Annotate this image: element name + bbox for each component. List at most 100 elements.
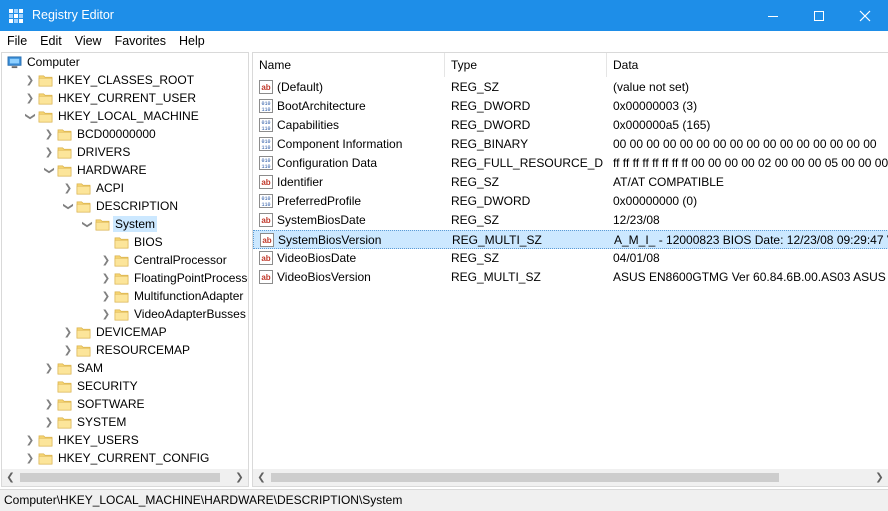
expand-chevron-icon[interactable]: ❯ <box>62 179 74 197</box>
value-row[interactable]: ab VideoBiosDate REG_SZ 04/01/08 <box>253 249 888 268</box>
tree-node-label: HKEY_LOCAL_MACHINE <box>58 109 199 123</box>
tree-node-label: HKEY_USERS <box>58 433 139 447</box>
scroll-right-icon[interactable]: ❯ <box>871 469 888 486</box>
expand-chevron-icon[interactable]: ❯ <box>100 269 112 287</box>
tree-node[interactable]: ❯ RESOURCEMAP <box>62 341 192 359</box>
value-row[interactable]: ab VideoBiosVersion REG_MULTI_SZ ASUS EN860… <box>253 268 888 287</box>
tree-node[interactable]: ❯ HKEY_CURRENT_USER <box>24 89 198 107</box>
tree-node-label: DESCRIPTION <box>96 199 179 213</box>
expand-chevron-icon[interactable]: ❯ <box>43 125 55 143</box>
tree-node[interactable]: BIOS <box>100 233 165 251</box>
tree-node[interactable]: ❯ BCD00000000 <box>43 125 158 143</box>
tree-scroll-thumb[interactable] <box>20 473 220 482</box>
tree-node[interactable]: ❯ DESCRIPTION <box>62 197 180 215</box>
string-value-icon: ab <box>260 233 274 247</box>
tree-node[interactable]: ❯ ACPI <box>62 179 126 197</box>
key-tree-pane[interactable]: ❮ ❯ Computer ❯ HKEY_CLASSES_ROOT ❯ HKEY_CURR… <box>1 52 249 487</box>
expand-chevron-icon[interactable]: ❯ <box>24 89 36 107</box>
scroll-left-icon[interactable]: ❮ <box>253 469 270 486</box>
expand-chevron-icon[interactable]: ❯ <box>62 341 74 359</box>
svg-text:110: 110 <box>261 164 270 170</box>
value-row[interactable]: ab Identifier REG_SZ AT/AT COMPATIBLE <box>253 173 888 192</box>
tree-node-label: BIOS <box>134 235 163 249</box>
expand-chevron-icon[interactable]: ❯ <box>43 359 55 377</box>
tree-node[interactable]: ❯ MultifunctionAdapter <box>100 287 245 305</box>
close-button[interactable] <box>842 0 888 31</box>
svg-text:110: 110 <box>261 202 270 208</box>
tree-node[interactable]: ❯ DRIVERS <box>43 143 132 161</box>
maximize-icon <box>814 10 824 21</box>
collapse-chevron-icon[interactable]: ❯ <box>43 161 55 179</box>
expand-chevron-icon[interactable]: ❯ <box>24 431 36 449</box>
column-header-data[interactable]: Data <box>607 53 888 77</box>
list-horizontal-scrollbar[interactable]: ❮ ❯ <box>253 469 888 486</box>
scroll-right-icon[interactable]: ❯ <box>231 469 248 486</box>
tree-node[interactable]: ❯ FloatingPointProcessor <box>100 269 249 287</box>
value-row[interactable]: ab SystemBiosVersion REG_MULTI_SZ A_M_I_ - … <box>253 230 888 249</box>
tree-node[interactable]: ❯ SAM <box>43 359 105 377</box>
tree-node[interactable]: SECURITY <box>43 377 140 395</box>
svg-text:ab: ab <box>262 236 271 245</box>
menu-help[interactable]: Help <box>172 31 211 51</box>
expand-chevron-icon[interactable]: ❯ <box>43 143 55 161</box>
tree-node[interactable]: ❯ SYSTEM <box>43 413 128 431</box>
values-list-pane[interactable]: Name Type Data ❮ ❯ ab (Default) REG_SZ (val… <box>252 52 888 487</box>
value-row[interactable]: ab (Default) REG_SZ (value not set) <box>253 78 888 97</box>
value-row[interactable]: 010 110 Configuration Data REG_FULL_RESOURC… <box>253 154 888 173</box>
value-data-cell: 12/23/08 <box>613 213 660 227</box>
tree-node-label: FloatingPointProcessor <box>134 271 249 285</box>
tree-node[interactable]: ❯ HKEY_CURRENT_CONFIG <box>24 449 211 467</box>
value-data-cell: 0x00000003 (3) <box>613 99 698 113</box>
string-value-icon: ab <box>259 80 273 94</box>
scroll-left-icon[interactable]: ❮ <box>2 469 19 486</box>
menu-file[interactable]: File <box>0 31 33 51</box>
minimize-button[interactable] <box>750 0 796 31</box>
expand-chevron-icon[interactable]: ❯ <box>24 71 36 89</box>
string-value-icon: ab <box>259 251 273 265</box>
value-data-cell: ASUS EN8600GTMG Ver 60.84.6B.00.AS03 ASU… <box>613 270 888 284</box>
value-row[interactable]: ab SystemBiosDate REG_SZ 12/23/08 <box>253 211 888 230</box>
tree-node[interactable]: Computer <box>5 53 82 71</box>
menu-favorites[interactable]: Favorites <box>108 31 172 51</box>
collapse-chevron-icon[interactable]: ❯ <box>24 107 36 125</box>
expand-chevron-icon[interactable]: ❯ <box>100 251 112 269</box>
tree-horizontal-scrollbar[interactable]: ❮ ❯ <box>2 469 248 486</box>
column-header-name[interactable]: Name <box>253 53 445 77</box>
string-value-icon: ab <box>259 270 273 284</box>
expand-chevron-icon[interactable]: ❯ <box>100 287 112 305</box>
tree-node[interactable]: ❯ HARDWARE <box>43 161 149 179</box>
value-row[interactable]: 010 110 Capabilities REG_DWORD 0x000000a5 (1… <box>253 116 888 135</box>
tree-node[interactable]: ❯ VideoAdapterBusses <box>100 305 248 323</box>
value-data-cell: 00 00 00 00 00 00 00 00 00 00 00 00 00 0… <box>613 137 877 151</box>
column-header-type[interactable]: Type <box>445 53 607 77</box>
folder-icon <box>57 416 72 428</box>
expand-chevron-icon[interactable]: ❯ <box>62 323 74 341</box>
expand-chevron-icon[interactable]: ❯ <box>43 413 55 431</box>
expand-chevron-icon[interactable]: ❯ <box>24 449 36 467</box>
folder-icon <box>114 236 129 248</box>
maximize-button[interactable] <box>796 0 842 31</box>
list-scroll-thumb[interactable] <box>271 473 779 482</box>
tree-node[interactable]: ❯ HKEY_USERS <box>24 431 141 449</box>
expand-chevron-icon[interactable]: ❯ <box>43 395 55 413</box>
tree-node[interactable]: ❯ DEVICEMAP <box>62 323 169 341</box>
value-type-cell: REG_SZ <box>451 213 500 227</box>
folder-icon <box>38 110 53 122</box>
tree-node[interactable]: ❯ CentralProcessor <box>100 251 229 269</box>
menu-edit[interactable]: Edit <box>33 31 68 51</box>
folder-icon <box>95 218 110 230</box>
menu-view[interactable]: View <box>68 31 108 51</box>
collapse-chevron-icon[interactable]: ❯ <box>62 197 74 215</box>
expand-chevron-icon[interactable]: ❯ <box>100 305 112 323</box>
tree-node[interactable]: ❯ HKEY_LOCAL_MACHINE <box>24 107 201 125</box>
current-key-path: Computer\HKEY_LOCAL_MACHINE\HARDWARE\DES… <box>4 493 403 507</box>
tree-node[interactable]: ❯ HKEY_CLASSES_ROOT <box>24 71 196 89</box>
value-name-cell: Configuration Data <box>277 156 378 170</box>
tree-node[interactable]: ❯ System <box>81 215 158 233</box>
value-row[interactable]: 010 110 BootArchitecture REG_DWORD 0x0000000… <box>253 97 888 116</box>
collapse-chevron-icon[interactable]: ❯ <box>81 215 93 233</box>
registry-editor-icon <box>9 9 23 23</box>
tree-node[interactable]: ❯ SOFTWARE <box>43 395 147 413</box>
value-row[interactable]: 010 110 PreferredProfile REG_DWORD 0x0000000… <box>253 192 888 211</box>
value-row[interactable]: 010 110 Component Information REG_BINARY 00 … <box>253 135 888 154</box>
